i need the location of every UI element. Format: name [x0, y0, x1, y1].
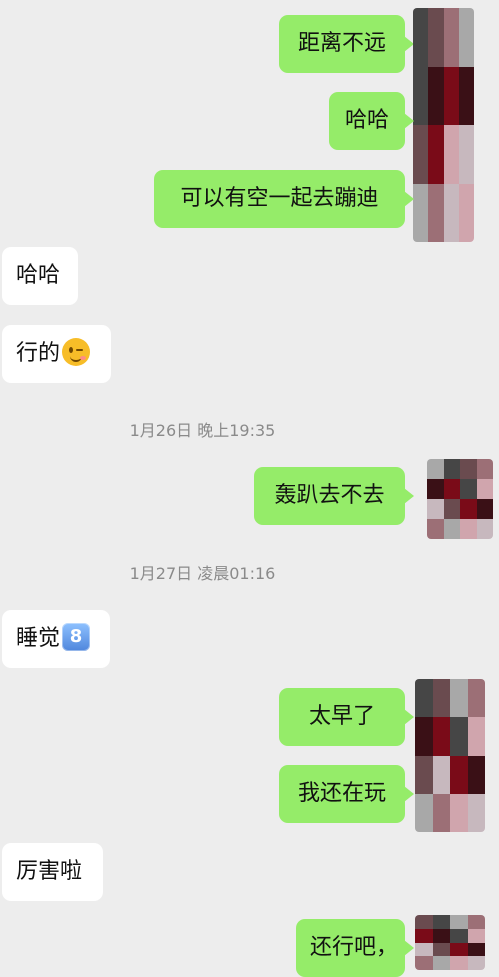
- avatar-pixel: [450, 928, 468, 943]
- avatar-pixel: [476, 459, 493, 479]
- avatar-pixel: [476, 519, 493, 539]
- avatar-pixel: [432, 956, 450, 970]
- message-bubble-outgoing[interactable]: 太早了: [279, 688, 414, 746]
- message-text: 行的: [16, 341, 61, 366]
- avatar-pixel: [460, 459, 477, 479]
- avatar-pixel: [458, 183, 474, 242]
- avatar-pixel: [458, 66, 474, 125]
- message-text: 睡觉: [16, 626, 61, 651]
- avatar-pixel: [476, 479, 493, 499]
- avatar-pixel: [458, 125, 474, 184]
- avatar-pixel: [467, 793, 485, 832]
- avatar-pixel: [450, 717, 468, 756]
- avatar-pixel: [428, 66, 444, 125]
- avatar-pixel: [427, 459, 444, 479]
- avatar-pixel: [428, 183, 444, 242]
- message-bubble-incoming[interactable]: 哈哈: [2, 247, 78, 305]
- avatar-pixel: [467, 915, 485, 929]
- avatar-pixel: [432, 717, 450, 756]
- avatar-pixel: [432, 679, 450, 718]
- avatar-pixel: [443, 499, 460, 519]
- avatar-pixel: [450, 942, 468, 957]
- winking-face-icon: [62, 338, 91, 366]
- avatar-blurred[interactable]: [413, 8, 474, 242]
- avatar-pixel: [432, 755, 450, 794]
- avatar-blurred[interactable]: [427, 459, 493, 539]
- timestamp: 1月26日 晚上19:35: [129, 421, 276, 440]
- avatar-pixel: [413, 125, 429, 184]
- avatar-pixel: [450, 956, 468, 970]
- avatar-pixel: [443, 479, 460, 499]
- avatar-pixel: [415, 928, 433, 943]
- message-bubble-outgoing[interactable]: 轰趴去不去: [254, 467, 414, 525]
- avatar-pixel: [427, 479, 444, 499]
- avatar-pixel: [467, 679, 485, 718]
- avatar-pixel: [427, 499, 444, 519]
- message-bubble-incoming[interactable]: 睡觉 8: [2, 610, 110, 668]
- avatar-pixel: [467, 956, 485, 970]
- avatar-pixel: [432, 928, 450, 943]
- avatar-pixel: [443, 8, 459, 67]
- avatar-pixel: [443, 125, 459, 184]
- message-bubble-incoming[interactable]: 行的: [2, 325, 111, 383]
- avatar-pixel: [415, 679, 433, 718]
- avatar-pixel: [432, 915, 450, 929]
- avatar-pixel: [443, 183, 459, 242]
- avatar-pixel: [458, 8, 474, 67]
- avatar-pixel: [467, 717, 485, 756]
- avatar-pixel: [432, 942, 450, 957]
- avatar-pixel: [450, 915, 468, 929]
- avatar-pixel: [415, 793, 433, 832]
- message-bubble-outgoing[interactable]: 还行吧，: [296, 919, 414, 977]
- avatar-pixel: [450, 793, 468, 832]
- avatar-pixel: [413, 8, 429, 67]
- avatar-pixel: [460, 479, 477, 499]
- avatar-pixel: [467, 928, 485, 943]
- avatar-blurred[interactable]: [415, 915, 485, 970]
- avatar-pixel: [467, 755, 485, 794]
- avatar-pixel: [443, 66, 459, 125]
- avatar-blurred[interactable]: [415, 679, 485, 832]
- message-bubble-outgoing[interactable]: 可以有空一起去蹦迪: [154, 170, 414, 228]
- avatar-pixel: [415, 956, 433, 970]
- message-bubble-outgoing[interactable]: 我还在玩: [279, 765, 414, 823]
- avatar-pixel: [415, 942, 433, 957]
- avatar-pixel: [443, 519, 460, 539]
- avatar-pixel: [432, 793, 450, 832]
- avatar-pixel: [476, 499, 493, 519]
- message-bubble-incoming[interactable]: 厉害啦: [2, 843, 103, 901]
- avatar-pixel: [428, 8, 444, 67]
- keycap-8-icon: 8: [62, 623, 91, 651]
- avatar-pixel: [450, 755, 468, 794]
- avatar-pixel: [427, 519, 444, 539]
- avatar-pixel: [413, 183, 429, 242]
- avatar-pixel: [413, 66, 429, 125]
- avatar-pixel: [460, 519, 477, 539]
- avatar-pixel: [460, 499, 477, 519]
- avatar-pixel: [415, 717, 433, 756]
- avatar-pixel: [450, 679, 468, 718]
- timestamp: 1月27日 凌晨01:16: [129, 564, 276, 583]
- avatar-pixel: [443, 459, 460, 479]
- message-bubble-outgoing[interactable]: 距离不远: [279, 15, 414, 73]
- avatar-pixel: [415, 755, 433, 794]
- avatar-pixel: [415, 915, 433, 929]
- message-bubble-outgoing[interactable]: 哈哈: [329, 92, 414, 150]
- chat-thread: 距离不远 哈哈 可以有空一起去蹦迪 哈哈 行的 1月26日 晚上19:35 轰趴…: [0, 0, 499, 977]
- avatar-pixel: [428, 125, 444, 184]
- avatar-pixel: [467, 942, 485, 957]
